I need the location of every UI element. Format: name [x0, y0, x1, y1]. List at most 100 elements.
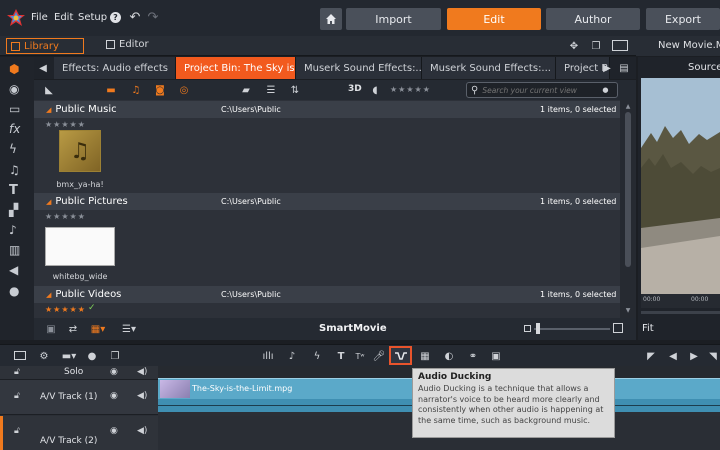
track-options-icon[interactable]: ▬▾ — [60, 349, 78, 363]
montage-icon[interactable]: ▞ — [9, 203, 25, 219]
zoom-slider[interactable] — [534, 328, 610, 330]
tabs-right-icon[interactable]: ▶ — [602, 62, 612, 74]
audio-icon[interactable]: ◀) — [137, 426, 147, 436]
collections-icon[interactable]: ▭ — [9, 102, 25, 118]
library-home-icon[interactable]: ⬢ — [9, 62, 25, 78]
tag-icon[interactable]: ◣ — [42, 83, 56, 97]
browser-scrollbar[interactable]: ▲ ▼ — [620, 100, 636, 318]
transition-icon[interactable]: ϟ — [310, 349, 324, 363]
movie-tab[interactable]: New Movie.Mo — [658, 40, 720, 51]
marker-next-icon[interactable]: ▶ — [689, 349, 699, 363]
search-box[interactable]: ⚲ ● — [466, 82, 618, 98]
rating-filter[interactable]: ★★★★★ — [390, 85, 431, 94]
search-input[interactable] — [482, 83, 603, 97]
titles-icon[interactable]: T — [9, 183, 25, 199]
filter-video-icon[interactable]: ▬ — [104, 83, 118, 97]
details-view-icon[interactable]: ☰▾ — [118, 322, 140, 336]
audio-effects-icon[interactable]: ♪ — [9, 223, 25, 239]
zoom-slider-handle[interactable] — [536, 323, 540, 334]
redo-icon[interactable]: ↷ — [146, 10, 160, 25]
group-header-videos[interactable]: ◢ Public Videos C:\Users\Public 1 items,… — [34, 286, 620, 303]
link-icon[interactable]: ⚭ — [465, 349, 481, 363]
filter-photo-icon[interactable]: ◙ — [153, 83, 167, 97]
editor-tab[interactable]: Editor — [106, 39, 149, 50]
help-icon[interactable]: ? — [110, 12, 121, 23]
marker-list-icon[interactable]: ◥ — [708, 349, 718, 363]
tab-muserk-2[interactable]: Muserk Sound Effects:... — [422, 57, 556, 79]
scorefitter-icon[interactable]: ♪ — [285, 349, 299, 363]
track-name[interactable]: A/V Track (2) — [40, 436, 97, 446]
music-thumbnail[interactable]: ♫ — [59, 130, 101, 172]
audio-ducking-button[interactable] — [389, 346, 412, 365]
music-icon[interactable]: ♫ — [9, 163, 25, 179]
marker-icon[interactable]: ◤ — [646, 349, 656, 363]
visibility-icon[interactable]: ◉ — [110, 426, 118, 436]
color-icon[interactable]: ◐ — [442, 349, 456, 363]
3d-filter[interactable]: 3D — [348, 84, 362, 94]
tab-audio-effects[interactable]: Effects: Audio effects — [54, 57, 176, 79]
collapse-icon[interactable]: ◢ — [46, 291, 51, 299]
audio-icon[interactable]: ◀) — [137, 391, 147, 401]
scroll-up-icon[interactable]: ▲ — [623, 102, 633, 110]
group-header-music[interactable]: ◢ Public Music C:\Users\Public 1 items, … — [34, 101, 620, 118]
author-button[interactable]: Author — [546, 8, 640, 30]
sort-icon[interactable]: ⇅ — [287, 83, 303, 97]
pin-icon[interactable]: ✥ — [567, 39, 581, 53]
export-button[interactable]: Export — [646, 8, 720, 30]
track-header-2[interactable]: 🔓︎ A/V Track (2) ◉ ◀) — [0, 416, 158, 450]
audio-icon[interactable]: ◀) — [137, 367, 147, 377]
transitions-icon[interactable]: ϟ — [9, 142, 25, 158]
effects-icon[interactable]: fx — [9, 122, 25, 138]
view-list-icon[interactable]: ☰ — [263, 83, 279, 97]
picture-thumbnail[interactable] — [45, 227, 115, 266]
zoom-out-icon[interactable] — [524, 325, 531, 332]
title-editor-icon[interactable]: Tʷ — [353, 349, 367, 363]
lock-icon[interactable]: 🔓︎ — [14, 391, 20, 401]
tabs-left-icon[interactable]: ◀ — [38, 62, 48, 74]
import-button[interactable]: Import — [346, 8, 441, 30]
group-rating[interactable]: ★★★★★ — [45, 212, 86, 221]
thumbnail-view-icon[interactable]: ▦▾ — [88, 322, 108, 336]
visibility-icon[interactable]: ◉ — [110, 391, 118, 401]
menu-setup[interactable]: Setup — [78, 12, 107, 23]
film-icon[interactable]: ▦ — [418, 349, 432, 363]
record-icon[interactable]: ● — [85, 349, 99, 363]
disc-icon[interactable]: ◉ — [9, 82, 25, 98]
folder-icon[interactable]: ▰ — [239, 83, 253, 97]
layout-icon[interactable] — [612, 40, 628, 51]
caption-icon[interactable]: ◖ — [368, 83, 382, 97]
motion-tracking-icon[interactable]: ▣ — [489, 349, 503, 363]
timeline-view-icon[interactable] — [14, 351, 26, 360]
track-header-1[interactable]: 🔓︎ A/V Track (1) ◉ ◀) — [0, 380, 158, 415]
voiceover-icon[interactable]: 🎤︎ — [372, 349, 386, 363]
tab-project-bin[interactable]: Project Bin: The Sky is...× — [176, 57, 296, 79]
preview-scrubber[interactable]: 00:00 00:00 — [641, 294, 720, 308]
preview-timebar[interactable] — [641, 308, 720, 318]
menu-edit[interactable]: Edit — [54, 12, 73, 23]
storyboard-icon[interactable]: ▣ — [44, 322, 58, 336]
undock-icon[interactable]: ❐ — [589, 39, 603, 53]
marker-prev-icon[interactable]: ◀ — [668, 349, 678, 363]
scroll-down-icon[interactable]: ▼ — [623, 306, 633, 314]
lock-icon[interactable]: 🔓︎ — [14, 367, 20, 377]
filter-audio-icon[interactable]: ♫ — [129, 83, 143, 97]
group-rating[interactable]: ★★★★★ — [45, 305, 86, 314]
lock-icon[interactable]: 🔓︎ — [14, 426, 20, 436]
scroll-thumb[interactable] — [625, 112, 631, 267]
group-rating[interactable]: ★★★★★ — [45, 120, 86, 129]
smartmovie-button[interactable]: SmartMovie — [319, 323, 387, 334]
menu-file[interactable]: File — [31, 12, 48, 23]
zoom-in-icon[interactable] — [613, 323, 623, 333]
track-name[interactable]: A/V Track (1) — [40, 392, 97, 402]
collapse-icon[interactable]: ◢ — [46, 106, 51, 114]
sync-icon[interactable]: ⇄ — [66, 322, 80, 336]
sound-effects-icon[interactable]: ◀ — [9, 263, 25, 279]
tab-muserk-1[interactable]: Muserk Sound Effects:... — [296, 57, 422, 79]
filter-project-icon[interactable]: ◎ — [177, 83, 191, 97]
edit-button[interactable]: Edit — [447, 8, 541, 30]
menus-icon[interactable]: ▥ — [9, 243, 25, 259]
undo-icon[interactable]: ↶ — [128, 10, 142, 25]
fit-dropdown[interactable]: Fit — [642, 323, 654, 334]
audio-mixer-icon[interactable]: ıllı — [261, 349, 275, 363]
visibility-icon[interactable]: ◉ — [110, 367, 118, 377]
